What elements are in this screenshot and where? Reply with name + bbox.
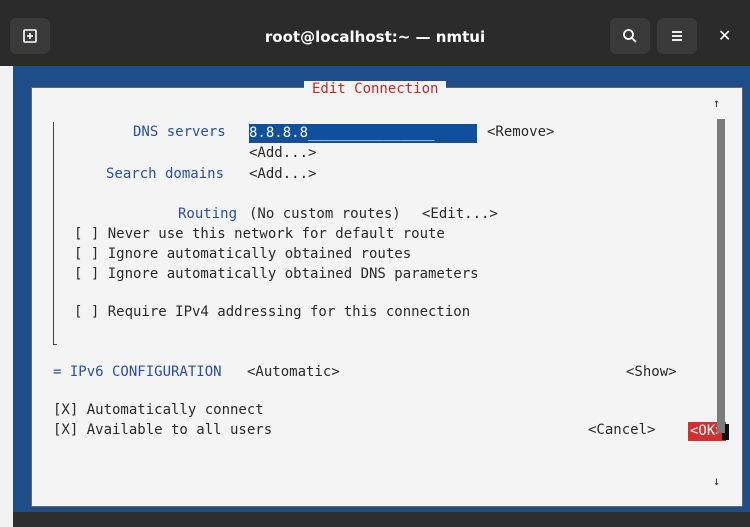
- never-default-route-checkbox[interactable]: [ ] Never use this network for default r…: [74, 226, 445, 242]
- edit-connection-dialog: Edit Connection DNS servers 8.8.8.8_____…: [31, 81, 743, 507]
- add-search-domain-button[interactable]: <Add...>: [249, 166, 316, 182]
- add-dns-button[interactable]: <Add...>: [249, 145, 316, 161]
- dns-server-input[interactable]: 8.8.8.8_______________: [249, 124, 477, 143]
- scrollbar[interactable]: [717, 119, 725, 433]
- ipv6-configuration-label: = IPv6 CONFIGURATION: [53, 364, 222, 380]
- terminal-area: Edit Connection DNS servers 8.8.8.8_____…: [13, 66, 750, 527]
- section-bracket: [53, 122, 54, 344]
- section-bracket-bottom: [53, 344, 57, 345]
- new-tab-button[interactable]: [10, 18, 50, 54]
- cancel-button[interactable]: <Cancel>: [588, 422, 655, 438]
- menu-button[interactable]: [657, 18, 697, 54]
- search-domains-label: Search domains: [106, 166, 225, 182]
- dialog-title: Edit Connection: [304, 81, 447, 97]
- all-users-checkbox[interactable]: [X] Available to all users: [53, 422, 272, 438]
- search-icon: [623, 29, 637, 43]
- ignore-routes-checkbox[interactable]: [ ] Ignore automatically obtained routes: [74, 246, 411, 262]
- new-tab-icon: [23, 29, 37, 43]
- terminal-bottom-bar: [13, 512, 750, 527]
- ipv6-method-dropdown[interactable]: <Automatic>: [247, 364, 340, 380]
- close-icon: ✕: [718, 26, 732, 45]
- close-button[interactable]: ✕: [718, 26, 731, 45]
- routing-value: (No custom routes): [249, 206, 401, 222]
- arrow-down-icon[interactable]: ↓: [713, 474, 720, 488]
- ipv6-show-button[interactable]: <Show>: [626, 364, 677, 380]
- routing-edit-button[interactable]: <Edit...>: [422, 206, 498, 222]
- routing-label: Routing: [178, 206, 238, 222]
- arrow-up-icon[interactable]: ↑: [713, 96, 720, 110]
- hamburger-menu-icon: [672, 31, 682, 41]
- dns-servers-label: DNS servers: [133, 124, 226, 140]
- auto-connect-checkbox[interactable]: [X] Automatically connect: [53, 402, 264, 418]
- require-ipv4-checkbox[interactable]: [ ] Require IPv4 addressing for this con…: [74, 304, 470, 320]
- remove-dns-button[interactable]: <Remove>: [487, 124, 554, 140]
- window-title: root@localhost:~ — nmtui: [264, 28, 486, 46]
- ignore-dns-checkbox[interactable]: [ ] Ignore automatically obtained DNS pa…: [74, 266, 479, 282]
- window-titlebar: root@localhost:~ — nmtui ✕: [0, 0, 750, 66]
- search-button[interactable]: [610, 18, 650, 54]
